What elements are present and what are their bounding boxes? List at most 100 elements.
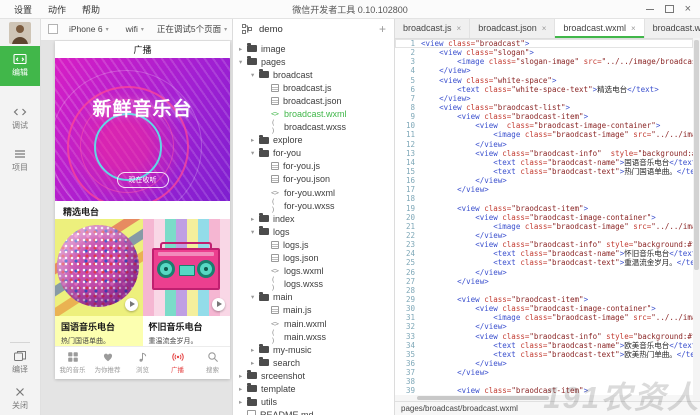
sidebar-project-button[interactable]: 项目: [0, 148, 40, 173]
editor-tab-broadcast.js[interactable]: broadcast.js×: [395, 18, 470, 38]
tab-label: 搜索: [195, 364, 230, 374]
tab-heart[interactable]: 为你推荐: [90, 347, 125, 379]
code-line: 36 </view>: [395, 359, 693, 368]
device-select[interactable]: iPhone 6 ▾: [69, 24, 109, 34]
code-line: 26 </view>: [395, 268, 693, 277]
menu-item[interactable]: 帮助: [74, 3, 108, 16]
tree-item-broadcast[interactable]: ▾broadcast: [233, 68, 394, 81]
tree-item-main.js[interactable]: main.js: [233, 304, 394, 317]
listen-now-button[interactable]: 现在收听: [117, 172, 169, 188]
line-number: 8: [395, 103, 421, 112]
close-tab-icon[interactable]: ×: [542, 24, 547, 33]
tree-item-logs[interactable]: ▾logs: [233, 225, 394, 238]
tree-item-logs.js[interactable]: logs.js: [233, 238, 394, 251]
code-line: 18: [395, 194, 693, 203]
tree-item-utils[interactable]: ▸utils: [233, 396, 394, 409]
radio-card-2[interactable]: 怀旧音乐电台重温流金岁月。: [143, 219, 231, 346]
tree-item-for-you.json[interactable]: for-you.json: [233, 173, 394, 186]
tree-item-index[interactable]: ▸ index: [233, 212, 394, 225]
app-menus: 设置动作帮助: [0, 3, 108, 16]
tab-search[interactable]: 搜索: [195, 347, 230, 379]
tree-item-for-you.js[interactable]: for-you.js: [233, 160, 394, 173]
add-file-button[interactable]: +: [379, 24, 386, 34]
menu-item[interactable]: 动作: [40, 3, 74, 16]
tab-broadcast[interactable]: 广播: [160, 347, 195, 379]
code-line: 12 </view>: [395, 140, 693, 149]
editor-tab-broadcast.wxml[interactable]: broadcast.wxml×: [555, 18, 644, 38]
code-line: 9 <view class="braodcast-item">: [395, 112, 693, 121]
line-number: 11: [395, 130, 421, 139]
card-title: 怀旧音乐电台: [149, 320, 225, 333]
sidebar-compile-button[interactable]: 编译: [0, 350, 40, 375]
tree-item-srceenshot[interactable]: ▸srceenshot: [233, 369, 394, 382]
tree-item-main[interactable]: ▾main: [233, 291, 394, 304]
sidebar-debug-button[interactable]: 调试: [0, 106, 40, 131]
scrollbar-thumb[interactable]: [417, 396, 549, 400]
sidebar-edit-button[interactable]: 编辑: [0, 46, 40, 86]
toolbar-checkbox[interactable]: [48, 24, 58, 34]
close-tab-icon[interactable]: ×: [457, 24, 462, 33]
menu-item[interactable]: 设置: [6, 3, 40, 16]
play-button[interactable]: [212, 298, 225, 311]
tree-item-my-music[interactable]: ▸my-music: [233, 343, 394, 356]
editor-tab-broadcast.json[interactable]: broadcast.json×: [470, 18, 555, 38]
folder-icon: [259, 215, 269, 222]
tree-item-explore[interactable]: ▸explore: [233, 134, 394, 147]
close-window-button[interactable]: ×: [685, 5, 691, 13]
code-text: <view class="braodcast-item">: [421, 112, 588, 121]
close-tab-icon[interactable]: ×: [631, 24, 636, 33]
compile-icon: [0, 350, 40, 362]
tree-item-main.wxml[interactable]: <>main.wxml: [233, 317, 394, 330]
tree-item-logs.wxss[interactable]: ( )logs.wxss: [233, 278, 394, 291]
scrollbar-thumb[interactable]: [694, 40, 699, 270]
tab-grid[interactable]: 我的音乐: [55, 347, 90, 379]
chevron-down-icon: ▾: [224, 26, 227, 33]
tree-item-broadcast.js[interactable]: broadcast.js: [233, 81, 394, 94]
tree-item-image[interactable]: ▸image: [233, 42, 394, 55]
tree-item-README.md[interactable]: README.md: [233, 409, 394, 415]
minimize-button[interactable]: [646, 9, 654, 10]
tree-item-logs.json[interactable]: logs.json: [233, 252, 394, 265]
js-file-icon: [271, 84, 279, 92]
debug-icon: [0, 106, 40, 118]
tree-item-template[interactable]: ▸template: [233, 382, 394, 395]
folder-icon: [259, 294, 269, 301]
line-number: 27: [395, 277, 421, 286]
tree-item-broadcast.wxml[interactable]: <>broadcast.wxml: [233, 107, 394, 120]
play-button[interactable]: [125, 298, 138, 311]
file-icon: [247, 410, 256, 415]
code-editor[interactable]: 1<view class="broadcast">2 <view class="…: [395, 38, 693, 401]
tree-item-for-you.wxss[interactable]: ( )for-you.wxss: [233, 199, 394, 212]
tree-item-pages[interactable]: ▾pages: [233, 55, 394, 68]
wxml-file-icon: <>: [271, 320, 282, 328]
code-text: <image class="slogan-image" src="../../i…: [421, 57, 693, 66]
sidebar-close-button[interactable]: 关闭: [0, 386, 40, 411]
arrow-collapsed-icon: ▸: [251, 215, 259, 223]
tree-item-broadcast.wxss[interactable]: ( )broadcast.wxss: [233, 121, 394, 134]
user-avatar[interactable]: [9, 22, 31, 44]
radio-card-1[interactable]: 国语音乐电台热门国语单曲。: [55, 219, 143, 346]
card-subtitle: 重温流金岁月。: [149, 336, 225, 346]
tree-item-for-you[interactable]: ▾for-you: [233, 147, 394, 160]
editor-tab-label: broadcast.wxss: [653, 23, 700, 33]
network-select[interactable]: wifi ▾: [126, 24, 144, 34]
sidebar-item-label: 关闭: [0, 400, 40, 411]
code-line: 16 </view>: [395, 176, 693, 185]
vertical-scrollbar[interactable]: [693, 38, 700, 401]
code-line: 2 <view class="slogan">: [395, 48, 693, 57]
editor-tab-broadcast.wxss[interactable]: broadcast.wxss×: [645, 18, 700, 38]
tree-item-broadcast.json[interactable]: broadcast.json: [233, 94, 394, 107]
folder-icon: [259, 346, 269, 353]
card-info: 怀旧音乐电台重温流金岁月。: [143, 316, 231, 346]
tree-item-logs.wxml[interactable]: <>logs.wxml: [233, 265, 394, 278]
debug-pages-select[interactable]: 正在调试5个页面 ▾: [157, 23, 227, 35]
card-title: 国语音乐电台: [61, 320, 137, 333]
line-number: 17: [395, 185, 421, 194]
maximize-button[interactable]: [665, 5, 674, 13]
tree-item-main.wxss[interactable]: ( )main.wxss: [233, 330, 394, 343]
tree-item-label: index: [273, 214, 295, 224]
tree-item-search[interactable]: ▸search: [233, 356, 394, 369]
tab-note[interactable]: 浏览: [125, 347, 160, 379]
code-line: 19 <view class="braodcast-item">: [395, 204, 693, 213]
tree-item-for-you.wxml[interactable]: <>for-you.wxml: [233, 186, 394, 199]
